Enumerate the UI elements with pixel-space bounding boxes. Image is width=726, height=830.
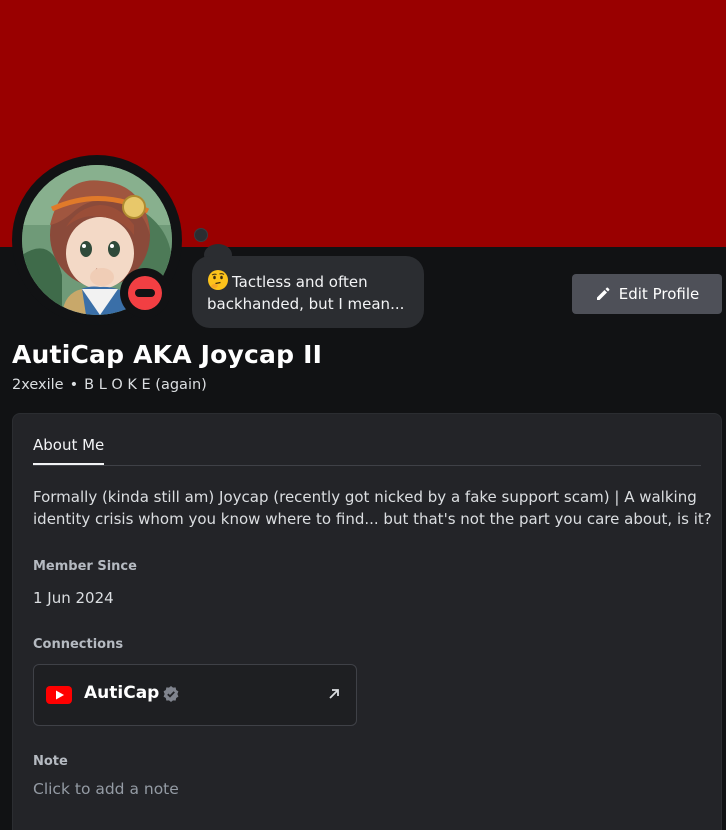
thinking-face-emoji [208, 270, 228, 290]
custom-status-text-line2: backhanded, but I mean... [207, 295, 405, 313]
connections-heading: Connections [33, 637, 124, 652]
status-bubble-dot-small [194, 228, 208, 242]
do-not-disturb-icon [128, 276, 162, 310]
username[interactable]: 2xexile [12, 377, 64, 393]
pronouns: B L O K E (again) [84, 377, 207, 393]
username-line: 2xexile • B L O K E (again) [12, 377, 207, 393]
edit-profile-label: Edit Profile [618, 285, 700, 303]
custom-status-bubble[interactable]: Tactless and often backhanded, but I mea… [192, 256, 424, 328]
member-since-heading: Member Since [33, 559, 137, 574]
connection-item-youtube[interactable]: AutiCap [33, 664, 357, 726]
external-link-icon[interactable] [326, 686, 342, 702]
youtube-icon [46, 686, 72, 704]
profile-tabs: About Me [33, 434, 701, 466]
note-input[interactable]: Click to add a note [33, 780, 179, 798]
connection-name: AutiCap [84, 683, 160, 703]
display-name: AutiCap AKA Joycap II [12, 340, 323, 369]
verified-badge-icon [163, 686, 179, 702]
tab-about-me[interactable]: About Me [33, 436, 105, 465]
pencil-icon [596, 287, 610, 300]
custom-status-text-line1: Tactless and often [232, 273, 368, 291]
about-me-text: Formally (kinda still am) Joycap (recent… [33, 488, 712, 528]
edit-profile-button[interactable]: Edit Profile [572, 274, 722, 314]
profile-info-card: About Me Formally (kinda still am) Joyca… [12, 413, 722, 830]
member-since-value: 1 Jun 2024 [33, 589, 114, 607]
note-heading: Note [33, 754, 68, 769]
separator-dot: • [69, 377, 79, 393]
